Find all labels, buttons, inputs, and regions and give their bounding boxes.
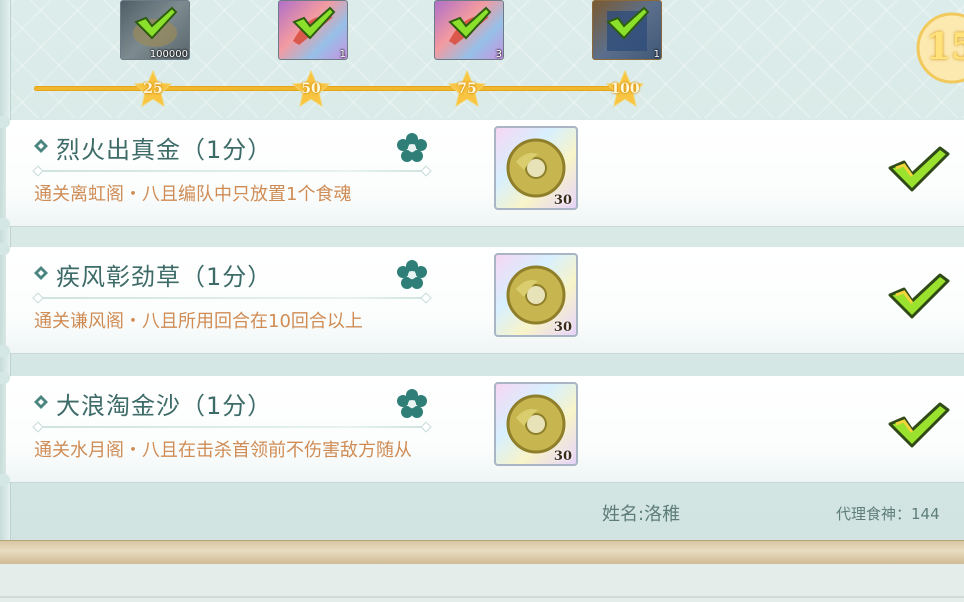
reward-quantity: 30 xyxy=(553,449,572,464)
flower-icon xyxy=(397,260,427,289)
task-title: 大浪淘金沙（1分） xyxy=(56,392,273,420)
score-badge: 15 xyxy=(912,8,964,88)
milestone-star-75: 75 xyxy=(447,69,487,108)
task-row: 烈火出真金（1分） 通关离虹阁・八且编队中只放置1个食魂 30 xyxy=(0,116,964,230)
reward-quantity: 30 xyxy=(553,320,572,335)
milestone-reward-100[interactable]: 1 xyxy=(592,0,664,62)
reward-item[interactable]: 30 xyxy=(494,126,578,210)
completed-check-icon xyxy=(888,273,950,319)
jade-coin-icon xyxy=(506,394,566,454)
milestone-progress-bar xyxy=(34,86,634,91)
score-badge-number: 15 xyxy=(926,26,964,68)
milestone-star-25: 25 xyxy=(133,69,173,108)
divider xyxy=(36,170,428,172)
reward-item[interactable]: 30 xyxy=(494,382,578,466)
task-row: 大浪淘金沙（1分） 通关水月阁・八且在击杀首领前不伤害敌方随从 30 xyxy=(0,372,964,486)
task-description: 通关离虹阁・八且编队中只放置1个食魂 xyxy=(34,184,352,205)
milestone-reward-50[interactable]: 1 xyxy=(278,0,350,62)
jade-coin-icon xyxy=(506,138,566,198)
check-icon xyxy=(448,6,492,40)
flower-icon xyxy=(397,389,427,418)
agent-food-spirit: 代理食神：144 xyxy=(836,505,940,523)
task-title: 烈火出真金（1分） xyxy=(56,136,273,164)
task-title: 疾风彰劲草（1分） xyxy=(56,263,273,291)
bottom-frame xyxy=(0,540,964,565)
player-name: 姓名:洛稚 xyxy=(602,504,681,525)
divider xyxy=(36,297,428,299)
milestone-quantity: 100000 xyxy=(149,49,188,60)
milestone-quantity: 1 xyxy=(653,49,660,60)
divider xyxy=(36,426,428,428)
diamond-bullet-icon xyxy=(34,139,48,153)
completed-check-icon xyxy=(888,146,950,192)
milestone-reward-75[interactable]: 3 xyxy=(434,0,506,62)
diamond-bullet-icon xyxy=(34,395,48,409)
task-row: 疾风彰劲草（1分） 通关谦风阁・八且所用回合在10回合以上 30 xyxy=(0,243,964,357)
reward-item[interactable]: 30 xyxy=(494,253,578,337)
completed-check-icon xyxy=(888,402,950,448)
milestone-quantity: 3 xyxy=(495,49,502,60)
check-icon xyxy=(606,6,650,40)
reward-quantity: 30 xyxy=(553,193,572,208)
milestone-quantity: 1 xyxy=(339,49,346,60)
milestone-reward-25[interactable]: 100000 xyxy=(120,0,192,62)
task-description: 通关水月阁・八且在击杀首领前不伤害敌方随从 xyxy=(34,440,412,461)
task-description: 通关谦风阁・八且所用回合在10回合以上 xyxy=(34,311,363,332)
jade-coin-icon xyxy=(506,265,566,325)
check-icon xyxy=(134,6,178,40)
diamond-bullet-icon xyxy=(34,266,48,280)
milestone-star-100: 100 xyxy=(605,69,645,108)
milestone-star-50: 50 xyxy=(291,69,331,108)
check-icon xyxy=(292,6,336,40)
flower-icon xyxy=(397,133,427,162)
bottom-ground xyxy=(0,564,964,602)
